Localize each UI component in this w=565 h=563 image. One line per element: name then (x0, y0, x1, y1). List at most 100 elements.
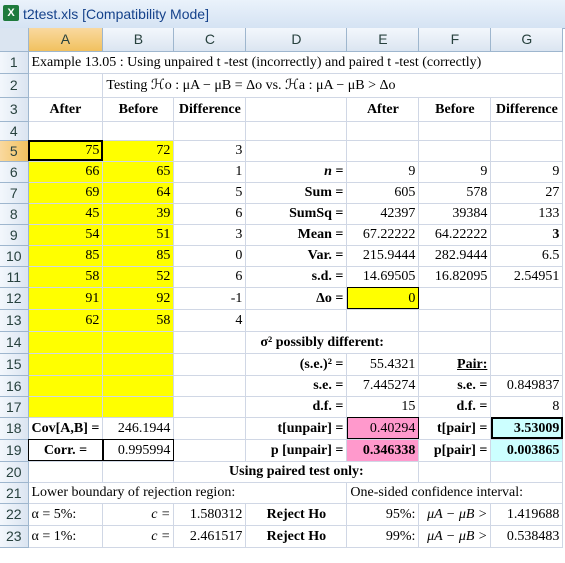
cell-a5-active[interactable]: 75 (28, 140, 104, 162)
cell-f9[interactable]: 64.22222 (418, 224, 492, 246)
cell-e19-p-unpair[interactable]: 0.346338 (346, 439, 420, 462)
column-header-a[interactable]: A (28, 28, 104, 52)
cell-c16[interactable] (173, 375, 247, 397)
row-header[interactable]: 18 (0, 417, 29, 440)
cell-c3-difference-header[interactable]: Difference (173, 97, 247, 122)
cell-f5[interactable] (418, 140, 492, 162)
cell-g18-t-pair[interactable]: 3.53009 (490, 417, 564, 440)
cell-f22-bound-label[interactable]: μA − μB > (418, 503, 492, 526)
cell-f14[interactable] (418, 331, 492, 354)
cell-a14[interactable] (28, 331, 104, 354)
cell-c5[interactable]: 3 (173, 140, 247, 162)
cell-f19-p-pair-label[interactable]: p[pair] = (418, 439, 492, 462)
cell-a2[interactable] (28, 73, 104, 98)
row-header[interactable]: 3 (0, 97, 29, 122)
cell-a13[interactable]: 62 (28, 309, 104, 332)
cell-a23-alpha-1[interactable]: α = 1%: (28, 525, 104, 548)
cell-e8[interactable]: 42397 (346, 203, 420, 225)
cell-f17-df-label[interactable]: d.f. = (418, 396, 492, 418)
cell-d7-sum-label[interactable]: Sum = (245, 182, 348, 204)
cell-a21-rejection-region[interactable]: Lower boundary of rejection region: (28, 482, 348, 504)
row-header[interactable]: 23 (0, 525, 29, 548)
column-header-d[interactable]: D (245, 28, 348, 52)
row-header[interactable]: 16 (0, 375, 29, 397)
cell-b19[interactable]: 0.995994 (102, 439, 175, 462)
cell-e22-level[interactable]: 95%: (346, 503, 420, 526)
cell-b15[interactable] (102, 353, 175, 376)
row-header[interactable]: 8 (0, 203, 29, 225)
cell-d23-decision[interactable]: Reject Ho (245, 525, 348, 548)
cell-e23-level[interactable]: 99%: (346, 525, 420, 548)
cell-c19[interactable] (173, 439, 247, 462)
cell-g17[interactable]: 8 (490, 396, 564, 418)
column-header-c[interactable]: C (173, 28, 247, 52)
spreadsheet-grid[interactable]: A B C D E F G 1 Example 13.05 : Using un… (0, 28, 564, 548)
cell-c22[interactable]: 1.580312 (173, 503, 247, 526)
cell-d14-sigma-note[interactable]: σ² possibly different: (245, 331, 420, 354)
cell-b16[interactable] (102, 375, 175, 397)
column-header-g[interactable]: G (490, 28, 564, 52)
cell-d6-n-label[interactable]: n = (245, 161, 348, 183)
cell-a4[interactable] (28, 121, 104, 141)
cell-c9[interactable]: 3 (173, 224, 247, 246)
cell-g13[interactable] (490, 309, 564, 332)
row-header[interactable]: 4 (0, 121, 29, 141)
cell-a18-cov-label[interactable]: Cov[A,B] = (28, 417, 104, 440)
row-header[interactable]: 20 (0, 461, 29, 483)
cell-c6[interactable]: 1 (173, 161, 247, 183)
cell-b23-c-label[interactable]: c = (102, 525, 175, 548)
cell-f16-se-label[interactable]: s.e. = (418, 375, 492, 397)
cell-a15[interactable] (28, 353, 104, 376)
cell-f12[interactable] (418, 287, 492, 310)
cell-e18-t-unpair[interactable]: 0.40294 (346, 417, 420, 440)
cell-a22-alpha-5[interactable]: α = 5%: (28, 503, 104, 526)
select-all-corner[interactable] (0, 28, 29, 52)
cell-e15[interactable]: 55.4321 (346, 353, 420, 376)
cell-e7[interactable]: 605 (346, 182, 420, 204)
cell-g7[interactable]: 27 (490, 182, 564, 204)
cell-e11[interactable]: 14.69505 (346, 266, 420, 288)
cell-d11-sd-label[interactable]: s.d. = (245, 266, 348, 288)
cell-b3-before-header[interactable]: Before (102, 97, 175, 122)
column-header-e[interactable]: E (346, 28, 420, 52)
cell-f18-t-pair-label[interactable]: t[pair] = (418, 417, 492, 440)
cell-c8[interactable]: 6 (173, 203, 247, 225)
column-header-b[interactable]: B (102, 28, 175, 52)
cell-f7[interactable]: 578 (418, 182, 492, 204)
row-header[interactable]: 2 (0, 73, 29, 98)
cell-f20[interactable] (418, 461, 492, 483)
excel-icon[interactable]: X (3, 5, 19, 21)
cell-g16[interactable]: 0.849837 (490, 375, 564, 397)
cell-b7[interactable]: 64 (102, 182, 175, 204)
cell-b2-hypothesis[interactable]: Testing ℋo : μA − μB = Δo vs. ℋa : μA − … (102, 73, 564, 98)
cell-f15-pair-header[interactable]: Pair: (418, 353, 492, 376)
cell-c10[interactable]: 0 (173, 245, 247, 267)
cell-e4[interactable] (346, 121, 420, 141)
cell-c23[interactable]: 2.461517 (173, 525, 247, 548)
column-header-f[interactable]: F (418, 28, 492, 52)
cell-d5[interactable] (245, 140, 348, 162)
cell-c15[interactable] (173, 353, 247, 376)
row-header[interactable]: 15 (0, 353, 29, 376)
cell-a9[interactable]: 54 (28, 224, 104, 246)
cell-d12-delta-label[interactable]: Δo = (245, 287, 348, 310)
cell-f3-before-header[interactable]: Before (418, 97, 492, 122)
cell-a10[interactable]: 85 (28, 245, 104, 267)
cell-c13[interactable]: 4 (173, 309, 247, 332)
cell-g8[interactable]: 133 (490, 203, 564, 225)
cell-a1-example-title[interactable]: Example 13.05 : Using unpaired t -test (… (28, 51, 564, 74)
cell-d4[interactable] (245, 121, 348, 141)
row-header[interactable]: 9 (0, 224, 29, 246)
row-header[interactable]: 10 (0, 245, 29, 267)
cell-d17-df-label[interactable]: d.f. = (245, 396, 348, 418)
cell-g11[interactable]: 2.54951 (490, 266, 564, 288)
cell-g14[interactable] (490, 331, 564, 354)
cell-c11[interactable]: 6 (173, 266, 247, 288)
cell-b18[interactable]: 246.1944 (102, 417, 175, 440)
cell-e12-delta-input[interactable]: 0 (346, 287, 420, 310)
row-header[interactable]: 6 (0, 161, 29, 183)
cell-e9[interactable]: 67.22222 (346, 224, 420, 246)
cell-g3-difference-header[interactable]: Difference (490, 97, 564, 122)
cell-e6[interactable]: 9 (346, 161, 420, 183)
cell-b9[interactable]: 51 (102, 224, 175, 246)
